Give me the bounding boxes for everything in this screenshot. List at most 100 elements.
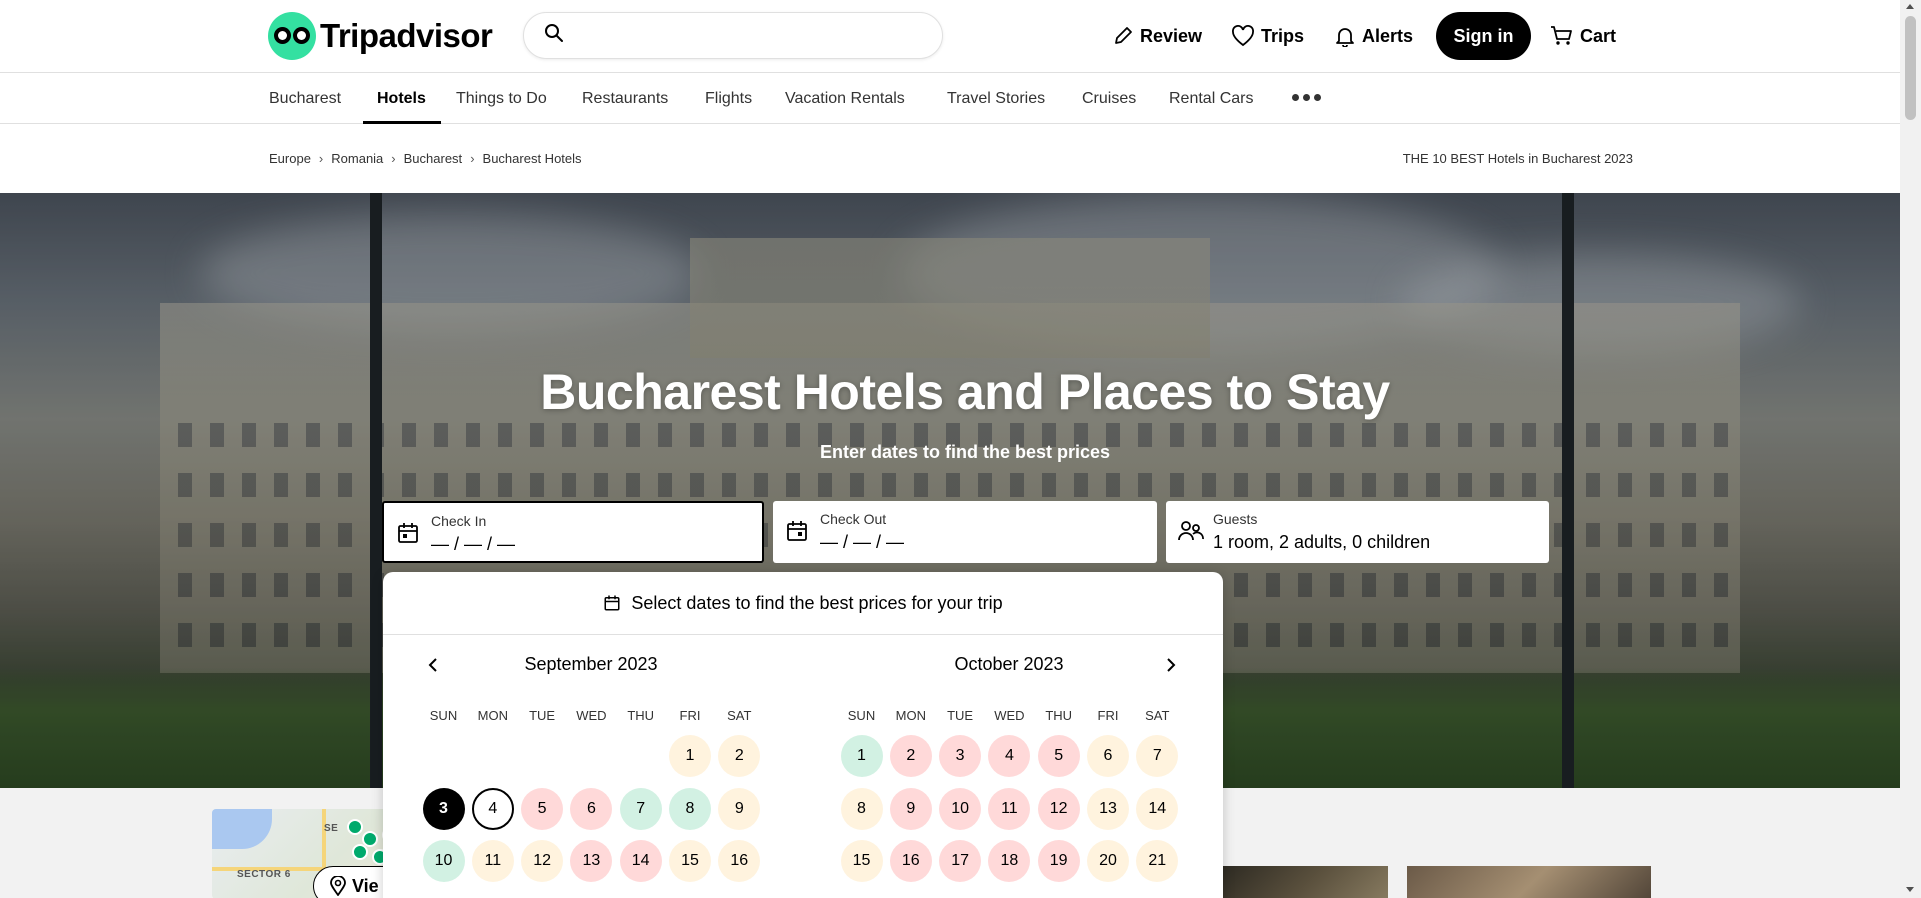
month-title: October 2023 <box>954 654 1064 674</box>
subnav-item-restaurants[interactable]: Restaurants <box>582 73 668 124</box>
subnav-item-vacation-rentals[interactable]: Vacation Rentals <box>785 73 905 124</box>
chevron-left-icon <box>428 658 437 672</box>
calendar-day[interactable]: 12 <box>521 840 564 882</box>
calendar-day[interactable]: 9 <box>889 788 932 830</box>
trips-label: Trips <box>1261 25 1305 46</box>
calendar-day[interactable]: 13 <box>570 840 613 882</box>
cart-link[interactable]: Cart <box>1550 12 1616 60</box>
subnav-item-things-to-do[interactable]: Things to Do <box>456 73 547 124</box>
calendar-day[interactable]: 9 <box>718 788 761 830</box>
chevron-right-icon: › <box>470 151 475 166</box>
subnav-item-flights[interactable]: Flights <box>705 73 752 124</box>
weekday-label: MON <box>477 708 508 723</box>
calendar-day[interactable]: 11 <box>988 788 1031 830</box>
calendar-day[interactable]: 8 <box>669 788 711 830</box>
calendar-day[interactable]: 15 <box>840 840 883 882</box>
review-link[interactable]: Review <box>1112 12 1202 60</box>
prev-month-button[interactable] <box>423 655 443 675</box>
search-input[interactable] <box>574 15 942 56</box>
weekday-label: TUE <box>529 708 556 723</box>
breadcrumb-europe[interactable]: Europe <box>269 151 311 166</box>
calendar-day[interactable]: 4 <box>988 735 1031 777</box>
breadcrumb-bucharest[interactable]: Bucharest <box>404 151 463 166</box>
calendar-day[interactable]: 10 <box>422 840 465 882</box>
calendar-day[interactable]: 19 <box>1037 840 1080 882</box>
subnav-item-hotels[interactable]: Hotels <box>377 73 426 124</box>
scroll-thumb[interactable] <box>1905 16 1916 120</box>
calendar-day[interactable]: 17 <box>939 840 982 882</box>
calendar-day[interactable]: 3 <box>939 735 982 777</box>
check-out-field[interactable]: Check Out — / — / — <box>773 501 1157 563</box>
hotel-photo[interactable] <box>1407 866 1651 898</box>
calendar-day[interactable]: 5 <box>1037 735 1080 777</box>
page-title: Bucharest Hotels and Places to Stay <box>540 364 1390 420</box>
page-subtitle: Enter dates to find the best prices <box>819 442 1111 462</box>
calendar-day[interactable]: 14 <box>619 840 662 882</box>
weekday-label: FRI <box>1097 708 1119 723</box>
calendar-day[interactable]: 8 <box>840 788 883 830</box>
subnav-item-travel-stories[interactable]: Travel Stories <box>947 73 1045 124</box>
calendar-day[interactable]: 16 <box>889 840 932 882</box>
breadcrumb-romania[interactable]: Romania <box>331 151 383 166</box>
page: Tripadvisor Review Trips Alerts Sign in … <box>0 0 1921 898</box>
heart-icon <box>1231 25 1255 47</box>
calendar-day[interactable]: 7 <box>1136 735 1179 777</box>
next-month-button[interactable] <box>1161 655 1181 675</box>
calendar-day[interactable]: 12 <box>1037 788 1080 830</box>
calendar-day[interactable]: 10 <box>939 788 982 830</box>
calendar-day[interactable]: 16 <box>718 840 761 882</box>
guests-icon <box>1178 519 1204 548</box>
calendar-day[interactable]: 15 <box>669 840 711 882</box>
review-label: Review <box>1140 25 1203 46</box>
guests-label: Guests <box>1213 511 1258 527</box>
calendar-day[interactable]: 1 <box>840 735 883 777</box>
calendar-day[interactable]: 7 <box>619 788 662 830</box>
weekday-label: WED <box>576 708 607 723</box>
check-in-field[interactable]: Check In — / — / — <box>382 501 764 563</box>
subnav-item-bucharest[interactable]: Bucharest <box>269 73 341 124</box>
top-header: Tripadvisor Review Trips Alerts Sign in … <box>0 0 1900 72</box>
calendar-day[interactable]: 1 <box>669 735 711 777</box>
subnav-item-cruises[interactable]: Cruises <box>1082 73 1136 124</box>
check-out-value: — / — / — <box>820 532 905 552</box>
calendar-day[interactable]: 21 <box>1136 840 1179 882</box>
calendar-day[interactable]: 13 <box>1087 788 1129 830</box>
calendar-day[interactable]: 5 <box>521 788 564 830</box>
scroll-up-arrow[interactable] <box>1906 4 1914 9</box>
chevron-right-icon: › <box>318 151 324 166</box>
alerts-link[interactable]: Alerts <box>1334 12 1413 60</box>
calendar-icon <box>603 594 621 612</box>
tripadvisor-logo[interactable]: Tripadvisor <box>268 12 493 60</box>
chevron-right-icon: › <box>391 151 396 166</box>
calendar-day[interactable]: 6 <box>570 788 613 830</box>
weekday-label: TUE <box>947 708 974 723</box>
calendar-day[interactable]: 6 <box>1087 735 1129 777</box>
more-menu-icon[interactable] <box>1292 94 1321 101</box>
date-picker-header: Select dates to find the best prices for… <box>383 572 1223 635</box>
owl-logo-icon <box>268 12 316 60</box>
calendar-day[interactable]: 2 <box>889 735 932 777</box>
calendar-day[interactable]: 3 <box>422 788 465 830</box>
hotel-photo[interactable] <box>1222 866 1388 898</box>
check-in-label: Check In <box>431 513 487 529</box>
guests-value: 1 room, 2 adults, 0 children <box>1213 532 1431 552</box>
check-in-value: — / — / — <box>431 534 516 554</box>
page-scrollbar[interactable] <box>1900 0 1921 898</box>
month-title: September 2023 <box>524 654 658 674</box>
trips-link[interactable]: Trips <box>1231 12 1304 60</box>
calendar-day[interactable]: 2 <box>718 735 761 777</box>
cart-icon <box>1550 25 1574 47</box>
weekday-label: FRI <box>679 708 701 723</box>
guests-field[interactable]: Guests 1 room, 2 adults, 0 children <box>1166 501 1549 563</box>
bell-icon <box>1334 25 1356 47</box>
scroll-down-arrow[interactable] <box>1906 887 1914 892</box>
subnav-item-rental-cars[interactable]: Rental Cars <box>1169 73 1253 124</box>
calendar-day[interactable]: 18 <box>988 840 1031 882</box>
sign-in-button[interactable]: Sign in <box>1436 12 1531 60</box>
search-box[interactable] <box>523 12 943 59</box>
calendar-day[interactable]: 11 <box>471 840 514 882</box>
calendar-day[interactable]: 14 <box>1136 788 1179 830</box>
weekday-label: SUN <box>429 708 458 723</box>
calendar-day[interactable]: 20 <box>1087 840 1129 882</box>
calendar-day[interactable]: 4 <box>471 788 514 830</box>
